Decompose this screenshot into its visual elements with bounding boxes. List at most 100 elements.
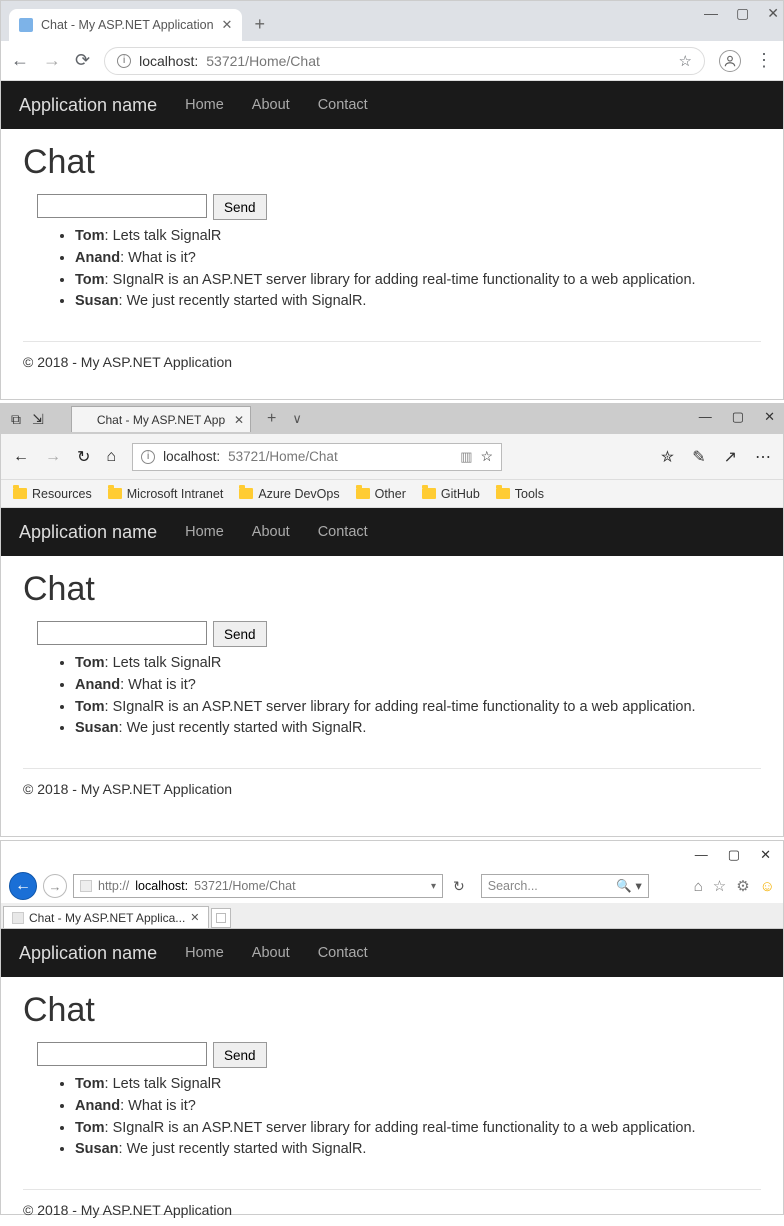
chrome-tab[interactable]: Chat - My ASP.NET Application ✕	[9, 9, 242, 41]
edge-tab[interactable]: Chat - My ASP.NET App ✕	[71, 406, 251, 432]
home-icon[interactable]: ⌂	[106, 448, 116, 466]
chrome-tab-title: Chat - My ASP.NET Application	[41, 18, 214, 32]
site-info-icon[interactable]: i	[141, 450, 155, 464]
message-user: Susan	[75, 1141, 119, 1157]
minimize-icon[interactable]: —	[704, 5, 718, 22]
message-input[interactable]	[37, 1042, 207, 1066]
new-tab-button[interactable]: +	[267, 410, 276, 428]
reload-icon[interactable]: ⟳	[75, 50, 90, 71]
footer-text: © 2018 - My ASP.NET Application	[23, 781, 761, 797]
maximize-icon[interactable]: ▢	[736, 5, 749, 22]
back-icon[interactable]: ←	[9, 872, 37, 900]
kebab-menu-icon[interactable]: ⋮	[755, 50, 773, 71]
gear-icon[interactable]: ⚙	[736, 877, 749, 895]
edge-addressbar: ← → ↻ ⌂ i localhost:53721/Home/Chat ▥ ☆ …	[1, 434, 783, 480]
footer-text: © 2018 - My ASP.NET Application	[23, 354, 761, 370]
edge-tab-title: Chat - My ASP.NET App	[97, 413, 225, 427]
close-window-icon[interactable]: ✕	[760, 847, 771, 869]
bookmark-azure-devops[interactable]: Azure DevOps	[239, 487, 339, 501]
message-user: Tom	[75, 699, 105, 715]
page-content: Chat Send Tom: Lets talk SignalRAnand: W…	[1, 556, 783, 805]
new-tab-button[interactable]: +	[254, 14, 265, 35]
nav-about[interactable]: About	[252, 945, 290, 961]
nav-home[interactable]: Home	[185, 97, 224, 113]
site-info-icon[interactable]: i	[117, 54, 131, 68]
close-icon[interactable]: ✕	[190, 911, 199, 924]
nav-about[interactable]: About	[252, 524, 290, 540]
nav-home[interactable]: Home	[185, 945, 224, 961]
share-icon[interactable]: ↗	[724, 447, 737, 467]
address-input[interactable]: i localhost:53721/Home/Chat ☆	[104, 47, 705, 75]
reload-icon[interactable]: ↻	[453, 878, 465, 895]
ie-tab[interactable]: Chat - My ASP.NET Applica... ✕	[3, 906, 209, 928]
divider	[23, 1189, 761, 1190]
footer-text: © 2018 - My ASP.NET Application	[23, 1202, 761, 1218]
page-title: Chat	[23, 143, 761, 182]
set-aside-icon[interactable]: ⇲	[29, 411, 47, 428]
favorites-star-icon[interactable]: ☆	[713, 877, 726, 895]
folder-icon	[356, 488, 370, 499]
send-button[interactable]: Send	[213, 621, 267, 647]
tab-preview-icon[interactable]: ∨	[292, 411, 302, 427]
bookmark-github[interactable]: GitHub	[422, 487, 480, 501]
maximize-icon[interactable]: ▢	[732, 409, 744, 425]
ie-tab-title: Chat - My ASP.NET Applica...	[29, 911, 185, 925]
search-input[interactable]: Search... 🔍 ▾	[481, 874, 649, 898]
bookmark-tools[interactable]: Tools	[496, 487, 544, 501]
bookmark-resources[interactable]: Resources	[13, 487, 92, 501]
new-tab-button[interactable]	[211, 908, 231, 928]
close-icon[interactable]: ✕	[222, 17, 233, 33]
message-input[interactable]	[37, 194, 207, 218]
home-icon[interactable]: ⌂	[694, 878, 703, 895]
url-rest: 53721/Home/Chat	[194, 879, 295, 893]
message-user: Tom	[75, 1076, 105, 1092]
url-rest: 53721/Home/Chat	[206, 53, 320, 69]
message-item: Anand: What is it?	[75, 248, 761, 270]
nav-home[interactable]: Home	[185, 524, 224, 540]
page-favicon	[12, 912, 24, 924]
reading-view-icon[interactable]: ▥	[460, 449, 472, 465]
bookmarks-bar: Resources Microsoft Intranet Azure DevOp…	[1, 480, 783, 508]
minimize-icon[interactable]: —	[695, 847, 708, 869]
minimize-icon[interactable]: —	[699, 409, 712, 425]
message-input[interactable]	[37, 621, 207, 645]
nav-about[interactable]: About	[252, 97, 290, 113]
search-placeholder: Search...	[488, 879, 538, 893]
reload-icon[interactable]: ↻	[77, 447, 90, 467]
back-icon[interactable]: ←	[13, 448, 29, 466]
notes-icon[interactable]: ✎	[692, 447, 705, 467]
brand-label: Application name	[19, 943, 157, 964]
send-button[interactable]: Send	[213, 194, 267, 220]
search-icon[interactable]: 🔍 ▾	[616, 878, 641, 894]
send-button[interactable]: Send	[213, 1042, 267, 1068]
forward-icon[interactable]: →	[45, 448, 61, 466]
bookmark-other[interactable]: Other	[356, 487, 406, 501]
maximize-icon[interactable]: ▢	[728, 847, 740, 869]
chrome-addressbar: ← → ⟳ i localhost:53721/Home/Chat ☆ ⋮	[1, 41, 783, 81]
back-icon[interactable]: ←	[11, 50, 29, 71]
forward-icon[interactable]: →	[43, 874, 67, 898]
profile-avatar-icon[interactable]	[719, 50, 741, 72]
nav-contact[interactable]: Contact	[318, 524, 368, 540]
forward-icon[interactable]: →	[43, 50, 61, 71]
message-item: Susan: We just recently started with Sig…	[75, 1139, 761, 1161]
favorites-icon[interactable]: ✮	[661, 447, 674, 467]
settings-menu-icon[interactable]: ⋯	[755, 447, 771, 467]
close-window-icon[interactable]: ✕	[764, 409, 775, 425]
dropdown-icon[interactable]: ▾	[431, 881, 436, 892]
ie-window: — ▢ ✕ ← → http://localhost:53721/Home/Ch…	[0, 840, 784, 1215]
message-user: Susan	[75, 720, 119, 736]
bookmark-star-icon[interactable]: ☆	[679, 52, 692, 70]
feedback-smiley-icon[interactable]: ☺	[760, 878, 775, 895]
tab-actions-icon[interactable]: ⧉	[7, 411, 25, 428]
url-proto: http://	[98, 879, 129, 893]
address-input[interactable]: i localhost:53721/Home/Chat ▥ ☆	[132, 443, 502, 471]
nav-contact[interactable]: Contact	[318, 945, 368, 961]
close-window-icon[interactable]: ✕	[767, 5, 779, 22]
close-icon[interactable]: ✕	[234, 413, 244, 427]
address-input[interactable]: http://localhost:53721/Home/Chat ▾	[73, 874, 443, 898]
bookmark-microsoft-intranet[interactable]: Microsoft Intranet	[108, 487, 224, 501]
nav-contact[interactable]: Contact	[318, 97, 368, 113]
messages-list: Tom: Lets talk SignalRAnand: What is it?…	[75, 1074, 761, 1161]
bookmark-star-icon[interactable]: ☆	[481, 448, 494, 465]
